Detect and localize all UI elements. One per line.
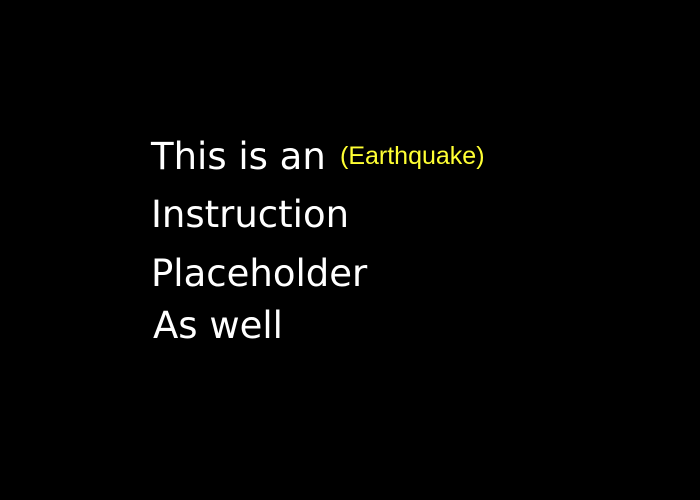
instruction-line-3: Placeholder bbox=[151, 252, 368, 295]
earthquake-tag: (Earthquake) bbox=[340, 142, 485, 170]
instruction-screen: This is an (Earthquake) Instruction Plac… bbox=[0, 0, 700, 500]
instruction-line-1: This is an bbox=[151, 135, 326, 178]
instruction-line-2: Instruction bbox=[151, 193, 350, 236]
instruction-line-4: As well bbox=[153, 304, 283, 347]
